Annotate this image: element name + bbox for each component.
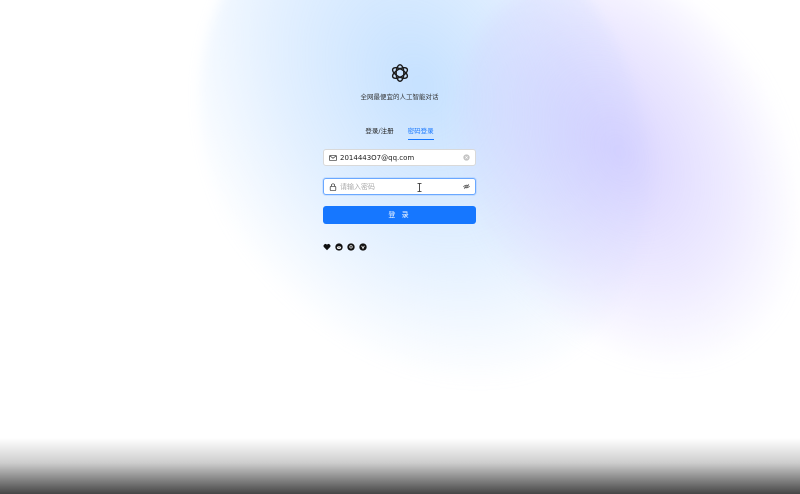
login-page: 全网最便宜的人工智能对话 登录/注册 密码登录 2014443O7@qq.com… [0, 0, 800, 494]
login-panel: 全网最便宜的人工智能对话 登录/注册 密码登录 2014443O7@qq.com… [322, 60, 477, 251]
login-tabs: 登录/注册 密码登录 [322, 125, 477, 140]
github-icon[interactable] [347, 236, 355, 251]
text-cursor-icon [417, 183, 422, 192]
social-login-icons [323, 236, 477, 251]
openai-logo-icon [391, 64, 408, 82]
mail-icon [329, 154, 337, 161]
heart-icon[interactable] [323, 236, 331, 251]
reddit-icon[interactable] [335, 236, 343, 251]
clear-icon[interactable] [463, 154, 470, 161]
login-button[interactable]: 登 录 [323, 206, 476, 224]
tab-login-register[interactable]: 登录/注册 [365, 125, 393, 140]
email-field[interactable] [323, 149, 476, 166]
tab-password-login[interactable]: 密码登录 [407, 125, 434, 140]
eye-off-icon[interactable] [463, 183, 470, 190]
shield-icon[interactable] [359, 236, 367, 251]
password-input[interactable] [340, 182, 463, 191]
tagline: 全网最便宜的人工智能对话 [360, 93, 439, 101]
password-field[interactable] [323, 178, 476, 195]
bottom-shadow [0, 438, 800, 494]
email-input[interactable] [340, 153, 463, 162]
lock-icon [329, 183, 337, 191]
